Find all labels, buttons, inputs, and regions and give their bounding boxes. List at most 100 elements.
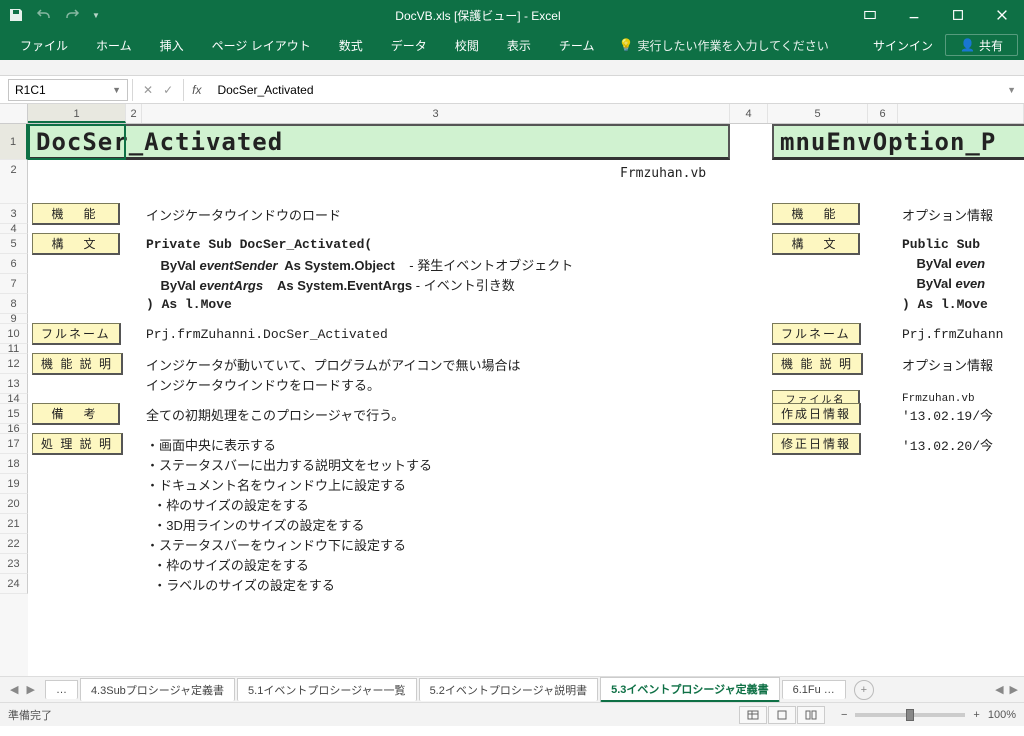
cell[interactable]: ・ステータスバーをウィンドウ下に設定する — [142, 535, 730, 554]
tab-data[interactable]: データ — [377, 30, 441, 60]
qat-dropdown-icon[interactable]: ▼ — [92, 11, 100, 20]
add-sheet-button[interactable]: + — [854, 680, 874, 700]
cell[interactable]: Frmzuhan.vb — [898, 393, 975, 405]
row-header[interactable]: 19 — [0, 474, 28, 494]
row-header[interactable]: 6 — [0, 254, 28, 274]
tab-pagelayout[interactable]: ページ レイアウト — [198, 30, 325, 60]
row-header[interactable]: 18 — [0, 454, 28, 474]
minimize-button[interactable] — [892, 0, 936, 30]
column-header[interactable]: 5 — [768, 104, 868, 123]
zoom-out-button[interactable]: − — [841, 709, 847, 721]
tab-insert[interactable]: 挿入 — [146, 30, 198, 60]
cell[interactable]: Frmzuhan.vb — [620, 166, 706, 181]
tab-home[interactable]: ホーム — [82, 30, 146, 60]
cell[interactable]: Prj.frmZuhann — [898, 327, 1003, 342]
maximize-button[interactable] — [936, 0, 980, 30]
cells-area[interactable]: DocSer_Activated mnuEnvOption_P Frmzuhan… — [28, 124, 1024, 676]
redo-icon[interactable] — [64, 7, 80, 23]
row-header[interactable]: 4 — [0, 224, 28, 234]
sheet-tab[interactable]: 6.1Fu … — [782, 680, 846, 699]
cell[interactable]: インジケータが動いていて、プログラムがアイコンで無い場合は — [142, 355, 730, 374]
zoom-control[interactable]: − + 100% — [841, 709, 1016, 721]
field-label[interactable]: 処 理 説 明 — [32, 433, 123, 455]
field-label[interactable]: 構 文 — [772, 233, 860, 255]
cell[interactable]: Private Sub DocSer_Activated( — [142, 237, 730, 252]
field-label[interactable]: 機 能 説 明 — [32, 353, 123, 375]
row-header[interactable]: 8 — [0, 294, 28, 314]
tab-file[interactable]: ファイル — [6, 30, 82, 60]
scroll-left-icon[interactable]: ◀ — [995, 683, 1003, 696]
row-header[interactable]: 20 — [0, 494, 28, 514]
scroll-right-icon[interactable]: ▶ — [1010, 683, 1018, 696]
pagelayout-view-button[interactable] — [768, 706, 796, 724]
cell[interactable]: ByVal eventSender As System.Object - 発生イ… — [142, 255, 730, 274]
column-header[interactable]: 3 — [142, 104, 730, 123]
cell[interactable]: ・枠のサイズの設定をする — [142, 555, 730, 574]
field-label[interactable]: フルネーム — [32, 323, 121, 345]
row-header[interactable]: 7 — [0, 274, 28, 294]
cancel-formula-icon[interactable]: ✕ — [143, 83, 153, 97]
field-label[interactable]: 機 能 説 明 — [772, 353, 863, 375]
cell[interactable]: ByVal even — [898, 256, 985, 272]
close-button[interactable] — [980, 0, 1024, 30]
cell[interactable]: ・ステータスバーに出力する説明文をセットする — [142, 455, 730, 474]
cell[interactable]: インジケータウインドウのロード — [142, 205, 730, 224]
cell[interactable]: '13.02.20/今 — [898, 435, 993, 454]
cell[interactable]: ・画面中央に表示する — [142, 435, 730, 454]
row-header[interactable]: 9 — [0, 314, 28, 324]
cell[interactable]: ) As l.Move — [142, 297, 730, 312]
undo-icon[interactable] — [36, 7, 52, 23]
zoom-in-button[interactable]: + — [973, 709, 979, 721]
sheet-nav-prev-icon[interactable]: ▶ — [26, 683, 34, 696]
cell[interactable]: オプション情報 — [898, 355, 993, 374]
sheet-tab[interactable]: 5.1イベントプロシージャー一覧 — [237, 678, 417, 701]
tab-team[interactable]: チーム — [545, 30, 609, 60]
row-header[interactable]: 17 — [0, 434, 28, 454]
sheet-nav-first-icon[interactable]: ◀ — [10, 683, 18, 696]
cell[interactable]: '13.02.19/今 — [898, 405, 993, 424]
section-title[interactable]: DocSer_Activated — [28, 124, 730, 160]
row-header[interactable]: 11 — [0, 344, 28, 354]
sheet-tab[interactable]: 5.3イベントプロシージャ定義書 — [600, 677, 780, 702]
cell[interactable]: ・ラベルのサイズの設定をする — [142, 575, 730, 594]
cell[interactable]: ・枠のサイズの設定をする — [142, 495, 730, 514]
tab-view[interactable]: 表示 — [493, 30, 545, 60]
field-label[interactable]: 機 能 — [32, 203, 120, 225]
cell[interactable]: ByVal even — [898, 276, 985, 292]
row-header[interactable]: 1 — [0, 124, 28, 160]
signin-link[interactable]: サインイン — [861, 37, 945, 54]
formula-input[interactable]: DocSer_Activated — [209, 83, 999, 97]
row-header[interactable]: 5 — [0, 234, 28, 254]
row-header[interactable]: 21 — [0, 514, 28, 534]
expand-formula-icon[interactable]: ▼ — [999, 85, 1024, 95]
cell[interactable]: ) As l.Move — [898, 297, 988, 312]
row-header[interactable]: 15 — [0, 404, 28, 424]
row-header[interactable]: 12 — [0, 354, 28, 374]
cell[interactable]: ByVal eventArgs As System.EventArgs - イベ… — [142, 275, 730, 294]
column-header[interactable]: 6 — [868, 104, 898, 123]
zoom-slider[interactable] — [855, 713, 965, 717]
save-icon[interactable] — [8, 7, 24, 23]
column-header[interactable]: 1 — [28, 104, 126, 123]
field-label[interactable]: 備 考 — [32, 403, 120, 425]
select-all-corner[interactable] — [0, 104, 28, 123]
cell[interactable]: オプション情報 — [898, 205, 993, 224]
chevron-down-icon[interactable]: ▼ — [112, 85, 121, 95]
sheet-tab[interactable]: … — [45, 680, 78, 699]
column-header[interactable] — [898, 104, 1024, 123]
field-label[interactable]: 構 文 — [32, 233, 120, 255]
fx-icon[interactable]: fx — [184, 83, 209, 97]
name-box[interactable]: R1C1 ▼ — [8, 79, 128, 101]
cell[interactable]: ・ドキュメント名をウィンドウ上に設定する — [142, 475, 730, 494]
sheet-tab[interactable]: 4.3Subプロシージャ定義書 — [80, 678, 235, 701]
sheet-tab[interactable]: 5.2イベントプロシージャ説明書 — [419, 678, 599, 701]
field-label[interactable]: 修正日情報 — [772, 433, 861, 455]
share-button[interactable]: 👤 共有 — [945, 34, 1018, 56]
cell[interactable]: インジケータウインドウをロードする。 — [142, 375, 730, 394]
row-header[interactable]: 2 — [0, 160, 28, 204]
row-header[interactable]: 14 — [0, 394, 28, 404]
cell[interactable]: ・3D用ラインのサイズの設定をする — [142, 515, 730, 534]
row-header[interactable]: 16 — [0, 424, 28, 434]
zoom-level[interactable]: 100% — [988, 709, 1016, 721]
row-header[interactable]: 13 — [0, 374, 28, 394]
